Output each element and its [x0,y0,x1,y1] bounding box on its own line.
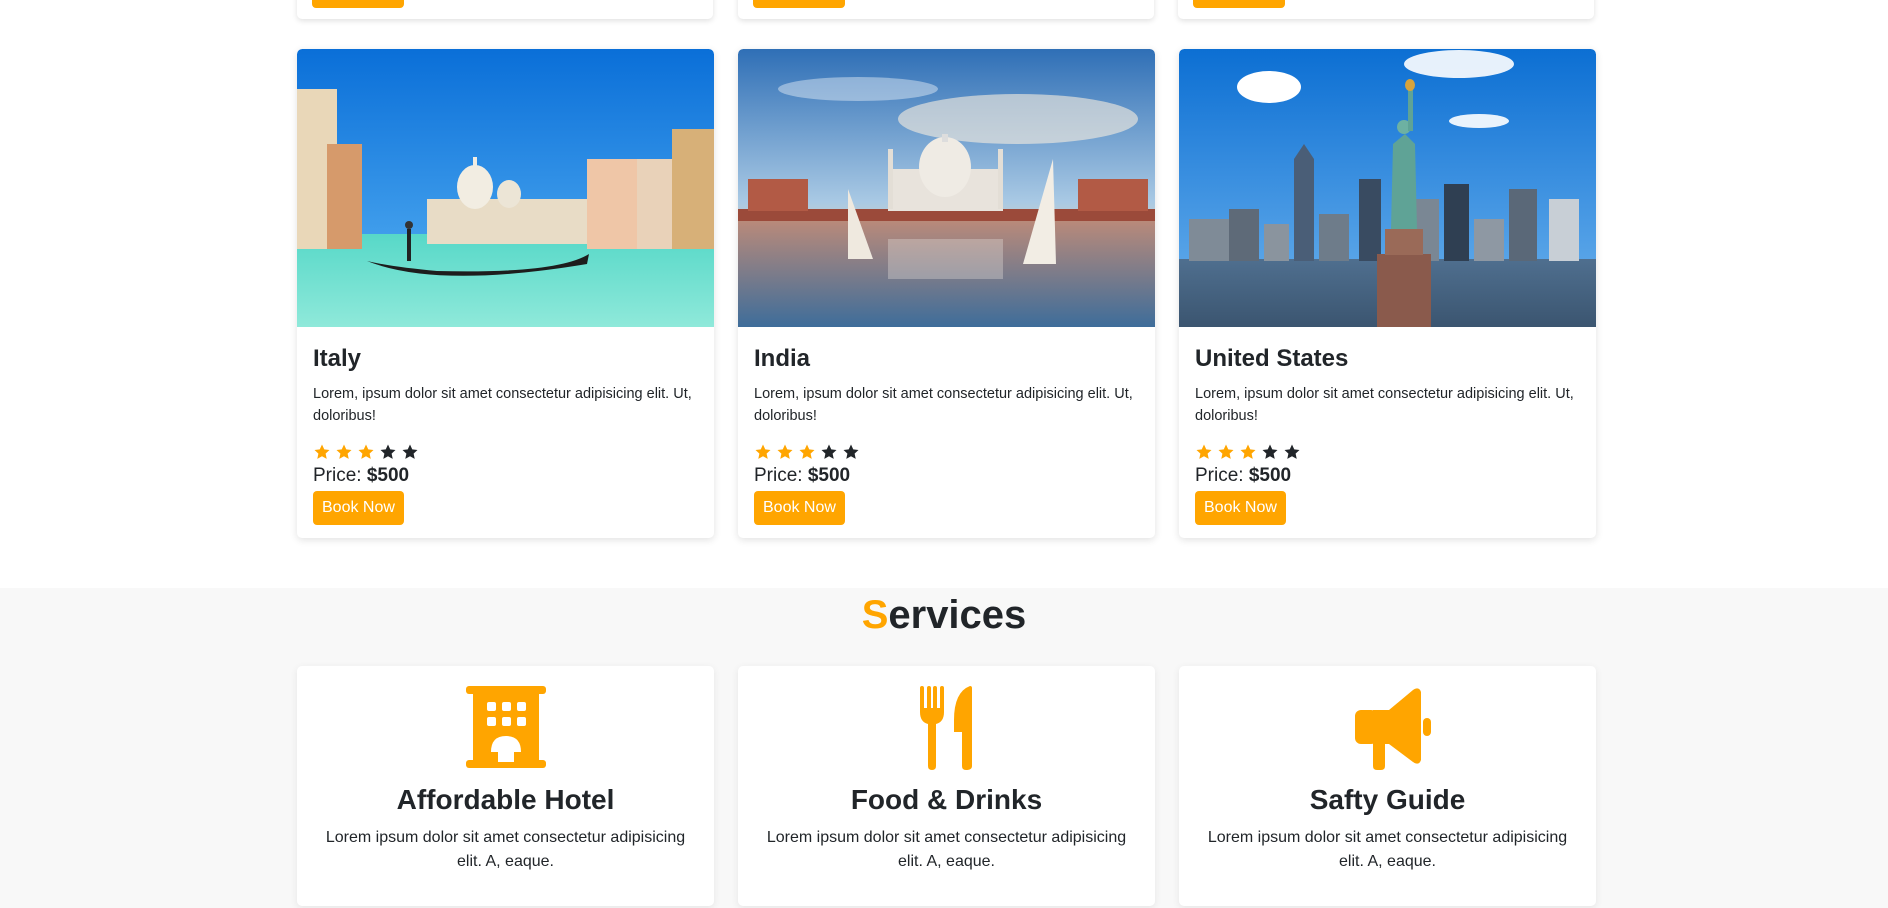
venice-photo [297,49,714,327]
star-icon [358,444,374,459]
star-icon [1218,444,1234,459]
star-icon [755,444,771,459]
taj-mahal-photo [738,49,1155,327]
book-now-button[interactable] [753,0,845,8]
star-icon [799,444,815,459]
star-icon [1240,444,1256,459]
destination-card: United States Lorem, ipsum dolor sit ame… [1179,49,1596,538]
heading-rest: ervices [888,593,1027,637]
previous-card [1178,0,1594,19]
price-value: $500 [807,465,851,486]
price-label: Price: [313,465,362,486]
card-description: Lorem, ipsum dolor sit amet consectetur … [754,386,1133,424]
price-label: Price: [754,465,803,486]
service-description: Lorem ipsum dolor sit amet consectetur a… [766,829,1127,870]
destination-card: India Lorem, ipsum dolor sit amet consec… [738,49,1155,538]
star-icon [777,444,793,459]
service-description: Lorem ipsum dolor sit amet consectetur a… [325,829,686,870]
services-section: Services Affordable Hotel Lorem ipsum do… [0,588,1888,908]
price: Price: $500 [1195,465,1580,487]
star-icon [402,444,418,459]
star-icon [314,444,330,459]
price-label: Price: [1195,465,1244,486]
book-now-button[interactable]: Book Now [754,491,845,525]
price-value: $500 [366,465,410,486]
book-now-button[interactable]: Book Now [1195,491,1286,525]
service-card: Safty Guide Lorem ipsum dolor sit amet c… [1179,666,1596,906]
service-card: Food & Drinks Lorem ipsum dolor sit amet… [738,666,1155,906]
statue-of-liberty-photo [1179,49,1596,327]
book-now-button[interactable] [1193,0,1285,8]
card-title: Italy [313,345,362,372]
destination-card: Italy Lorem, ipsum dolor sit amet consec… [297,49,714,538]
card-description: Lorem, ipsum dolor sit amet consectetur … [313,386,692,424]
card-title: India [754,345,811,372]
book-now-button[interactable] [312,0,404,8]
card-description: Lorem, ipsum dolor sit amet consectetur … [1195,386,1574,424]
previous-cards-row [0,0,1888,20]
service-card: Affordable Hotel Lorem ipsum dolor sit a… [297,666,714,906]
service-title: Food & Drinks [850,784,1043,815]
star-icon [821,444,837,459]
star-icon [380,444,396,459]
star-rating [313,441,698,463]
star-rating [1195,441,1580,463]
page: Italy Lorem, ipsum dolor sit amet consec… [0,0,1888,908]
star-icon [336,444,352,459]
service-description: Lorem ipsum dolor sit amet consectetur a… [1207,829,1568,870]
destination-cards: Italy Lorem, ipsum dolor sit amet consec… [297,49,1596,538]
service-cards: Affordable Hotel Lorem ipsum dolor sit a… [297,666,1596,906]
card-title: United States [1195,345,1349,372]
price: Price: $500 [313,465,698,487]
star-rating [754,441,1139,463]
star-icon [843,444,859,459]
service-title: Affordable Hotel [396,784,615,815]
bullhorn-icon [1354,688,1431,770]
utensils-icon [919,686,972,770]
price-value: $500 [1248,465,1292,486]
star-icon [1196,444,1212,459]
star-icon [1262,444,1278,459]
hotel-icon [465,686,546,768]
previous-card [738,0,1154,19]
previous-card [297,0,713,19]
heading-accent-letter: S [861,593,889,637]
price: Price: $500 [754,465,1139,487]
service-title: Safty Guide [1309,784,1466,815]
book-now-button[interactable]: Book Now [313,491,404,525]
services-heading: Services [0,588,1888,640]
star-icon [1284,444,1300,459]
